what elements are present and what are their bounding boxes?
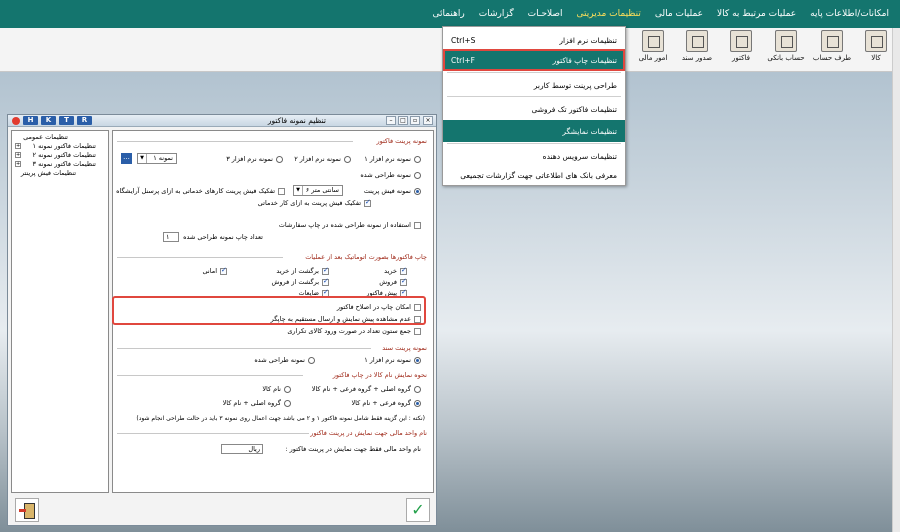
section-invoice-sample: نمونه پرینت فاکتور [376,137,427,145]
person-icon [821,30,843,52]
radio-sample1[interactable]: نمونه نرم افزار ۱ [364,155,421,163]
menu-admin-settings[interactable]: تنظیمات مدیریتی [570,9,648,19]
dd-software-settings[interactable]: Ctrl+S تنظیمات نرم افزار [443,29,625,51]
dd-invoice-print-settings[interactable]: Ctrl+F تنظیمات چاپ فاکتور [443,49,625,71]
dd-database-intro[interactable]: معرفی بانک های اطلاعاتی جهت گزارشات تجمی… [443,164,625,186]
section-name-display: نحوه نمایش نام کالا در چاپ فاکتور [332,371,427,379]
receipt-callout-box [112,296,426,325]
settings-tree: تنظیمات عمومی + تنظیمات فاکتور نمونه ۱ +… [11,130,109,493]
radio-sample2[interactable]: نمونه نرم افزار ۲ [294,155,351,163]
tree-item-receipt-printer[interactable]: تنظیمات فیش پرینتر [21,169,76,177]
expand-icon[interactable]: + [15,143,21,149]
menu-financial-ops[interactable]: عملیات مالی [648,9,710,19]
radio-voucher-software[interactable]: نمونه نرم افزار ۱ [364,356,421,364]
menu-help[interactable]: راهنمائی [425,9,471,19]
toolbar-invoice-button[interactable]: فاکتور [720,30,762,62]
copies-label: تعداد چاپ نمونه طراحی شده [183,233,263,241]
dd-user-print-design[interactable]: طراحی پرینت توسط کاربر [443,74,625,96]
section-divider [117,433,309,434]
radio-name-sub[interactable]: گروه فرعی + نام کالا [351,399,421,407]
dialog-title: تنظیم نمونه فاکتور [267,116,326,125]
vertical-scrollbar[interactable] [892,28,900,532]
expand-icon[interactable]: + [15,152,21,158]
minimize-icon[interactable]: – [386,116,396,125]
section-voucher-sample: نمونه پرینت سند [382,344,427,352]
tree-item-invoice1[interactable]: تنظیمات فاکتور نمونه ۱ [33,142,96,150]
radio-receipt[interactable]: نمونه فیش پرینت [364,187,421,195]
toolbar-finance-button[interactable]: امور مالی [632,30,674,62]
toolbar-bank-account-button[interactable]: حساب بانکی [765,30,807,62]
radio-sample3[interactable]: نمونه نرم افزار ۳ [226,155,283,163]
close-dot-icon[interactable] [12,117,20,125]
bank-icon [775,30,797,52]
radio-designed[interactable]: نمونه طراحی شده [360,171,421,179]
checkmark-icon: ✓ [411,500,425,519]
radio-voucher-designed[interactable]: نمونه طراحی شده [254,356,315,364]
copies-input[interactable]: ۱ [163,232,179,242]
dd-separator [447,72,621,73]
t-button[interactable]: T [59,116,74,125]
invoice-sample-dialog: H K T R تنظیم نمونه فاکتور – □ ▫ × تنظیم… [7,114,437,526]
radio-name-full[interactable]: گروه اصلی + گروه فرعی + نام کالا [312,385,421,393]
menu-goods-ops[interactable]: عملیات مرتبط به کالا [710,9,803,19]
radio-name-main[interactable]: گروه اصلی + نام کالا [223,399,291,407]
tree-item-general[interactable]: تنظیمات عمومی [23,133,68,141]
tree-item-invoice2[interactable]: تنظیمات فاکتور نمونه ۲ [33,151,96,159]
checkbox-service-staff[interactable]: تفکیک فیش پرینت کارهای خدماتی به ازای پر… [116,187,285,195]
chevron-down-icon: ▼ [294,186,303,195]
currency-input[interactable]: ریال [221,444,263,454]
checkbox-sum-qty[interactable]: جمع ستون تعداد در صورت ورود کالای تکراری [287,327,421,335]
checkbox-consignment[interactable]: امانی [203,266,227,275]
section-divider [117,375,303,376]
section-divider [117,141,353,142]
receipt-size-select[interactable]: ▼ سانتی متر ۶ [293,185,343,196]
dd-separator [447,96,621,97]
calculator-icon [642,30,664,52]
checkbox-purchase[interactable]: خرید [384,266,407,275]
toolbar-goods-button[interactable]: کالا [855,30,897,62]
r-button[interactable]: R [77,116,92,125]
box-icon [865,30,887,52]
note-text: (نکته : این گزینه فقط شامل نمونه فاکتور … [136,415,425,422]
dd-separator [447,143,621,144]
admin-settings-dropdown: Ctrl+S تنظیمات نرم افزار Ctrl+F تنظیمات چا… [442,26,626,186]
sample-select[interactable]: ▼ نمونه ۱ [137,153,177,164]
menubar: امکانات/اطلاعات پایه عملیات مرتبط به کال… [0,0,900,28]
checkbox-service-job[interactable]: تفکیک فیش پرینت به ازای کار خدماتی [258,198,371,207]
menu-edits[interactable]: اصلاحـات [521,9,570,19]
checkbox-return-sales[interactable]: برگشت از فروش [271,277,329,286]
close-icon[interactable]: × [423,116,433,125]
section-divider [117,348,371,349]
dd-single-sale-settings[interactable]: تنظیمات فاکتور تک فروشی [443,98,625,120]
dd-display-settings[interactable]: تنظیمات نمایشگر [443,120,625,142]
currency-label: نام واحد مالی فقط جهت نمایش در پرینت فاک… [285,445,421,453]
menu-base-info[interactable]: امکانات/اطلاعات پایه [803,9,896,19]
k-button[interactable]: K [41,116,56,125]
maximize-icon[interactable]: □ [398,116,408,125]
checkbox-use-designed[interactable]: استفاده از نمونه طراحی شده در چاپ سفارشا… [279,221,421,229]
document-icon [686,30,708,52]
section-divider [117,257,283,258]
menu-reports[interactable]: گزارشات [472,9,521,19]
checkbox-return-purchase[interactable]: برگشت از خرید [276,266,329,275]
section-currency: نام واحد مالی جهت نمایش در پرینت فاکتور [310,429,427,437]
radio-name-only[interactable]: نام کالا [262,385,291,393]
exit-button[interactable] [15,498,39,522]
dialog-footer: ✓ [11,496,434,524]
confirm-button[interactable]: ✓ [406,498,430,522]
toolbar-party-button[interactable]: طرف حساب [811,30,853,62]
checkbox-sales[interactable]: فروش [379,277,407,286]
toolbar-voucher-button[interactable]: صدور سند [676,30,718,62]
section-auto-print: چاپ فاکتورها بصورت اتوماتیک بعد از عملیا… [305,253,427,261]
tree-item-invoice3[interactable]: تنظیمات فاکتور نمونه ۳ [33,160,96,168]
invoice-icon [730,30,752,52]
dialog-titlebar: H K T R تنظیم نمونه فاکتور – □ ▫ × [8,115,436,127]
expand-icon[interactable]: + [15,161,21,167]
h-button[interactable]: H [23,116,38,125]
ellipsis-button[interactable]: ... [121,153,132,164]
restore-icon[interactable]: ▫ [410,116,420,125]
chevron-down-icon: ▼ [138,154,147,163]
